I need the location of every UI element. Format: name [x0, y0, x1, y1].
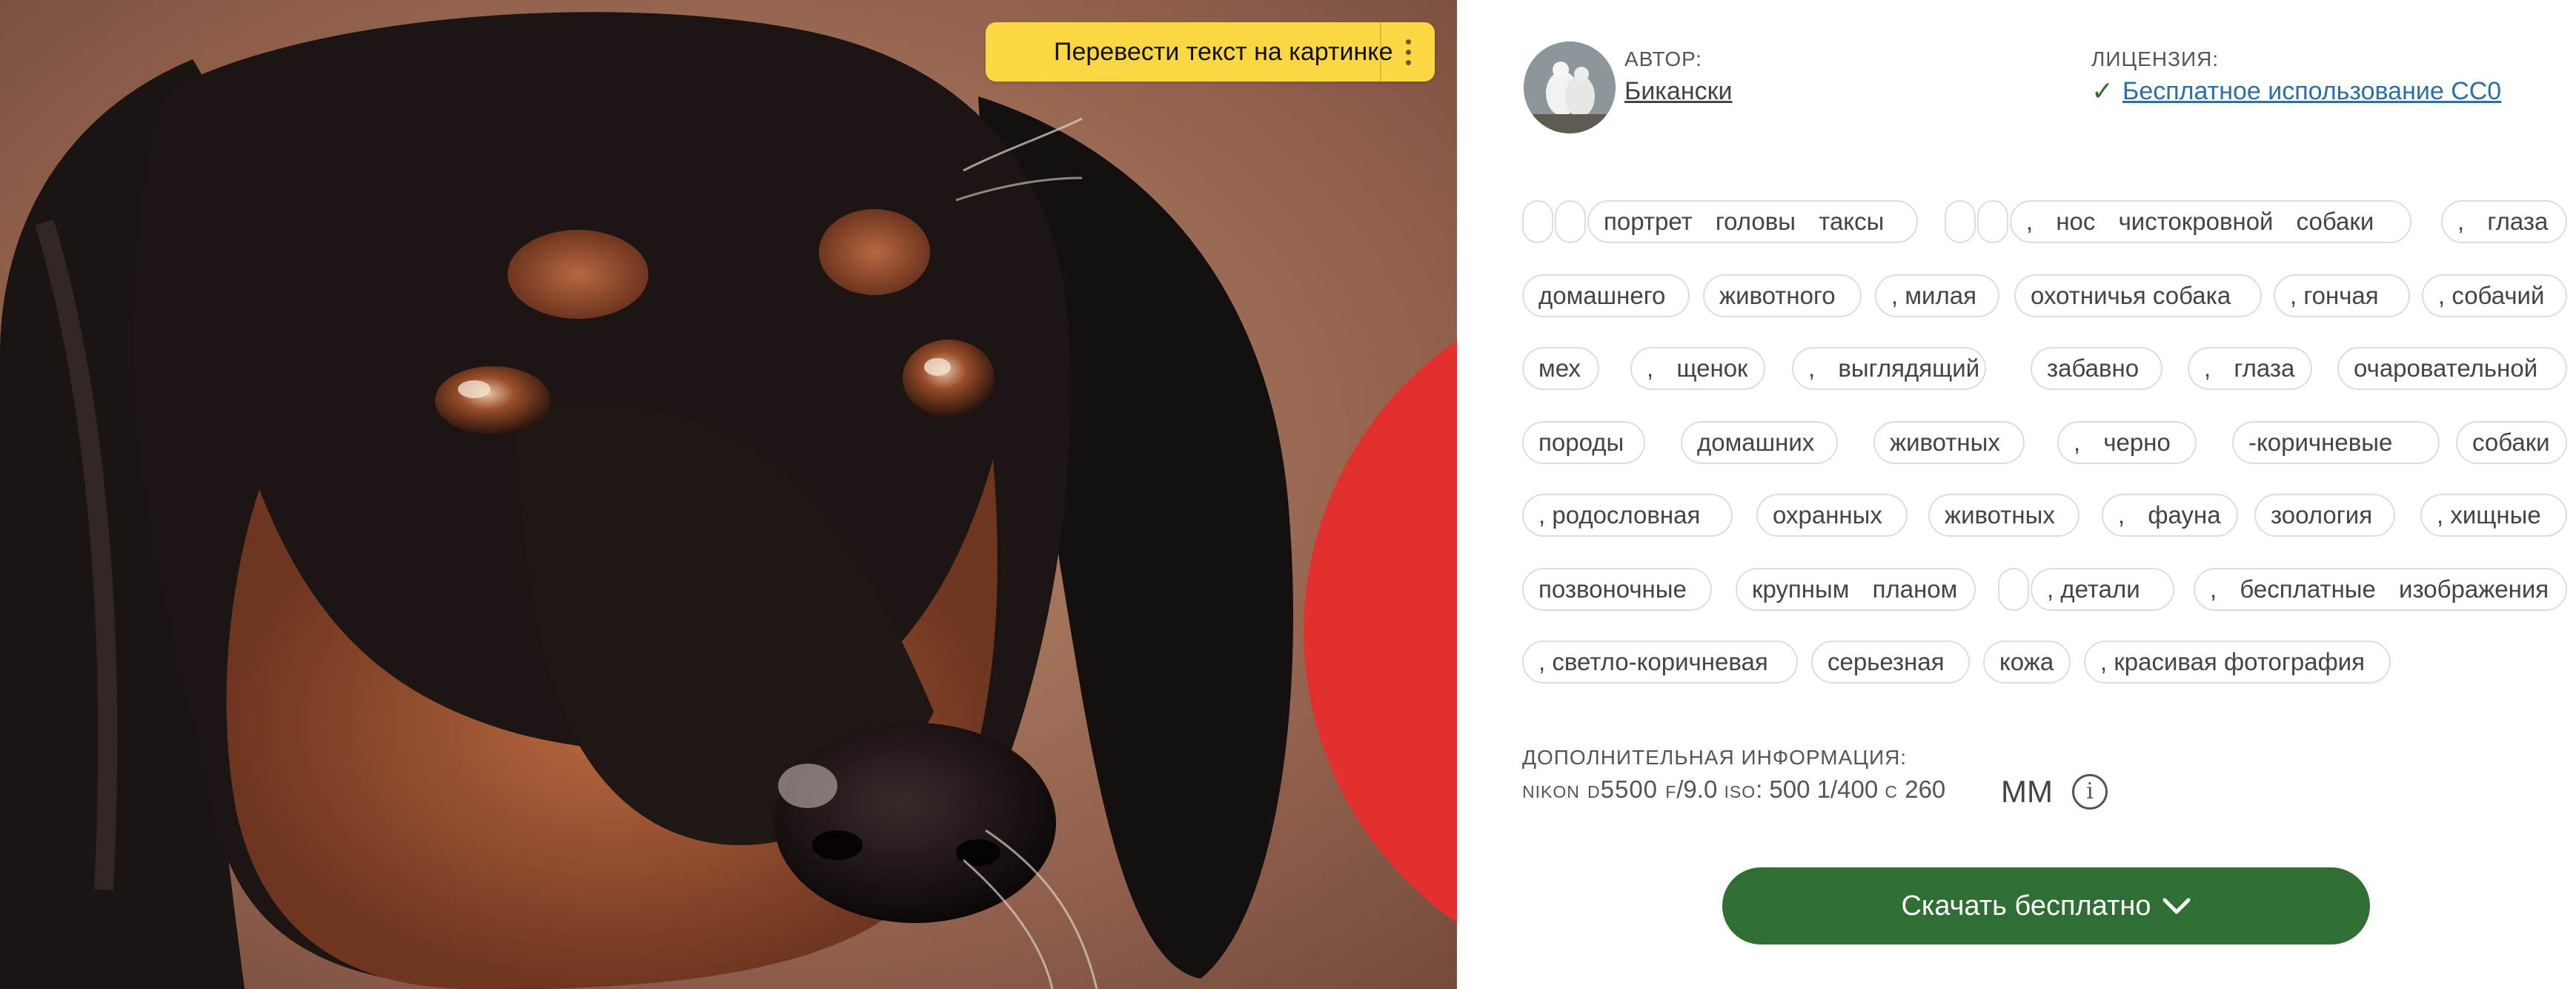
tag-chip[interactable]: позвоночные	[1522, 568, 1712, 611]
tag-chip[interactable]: , собачий	[2422, 274, 2567, 317]
tag-chip[interactable]: крупным планом	[1736, 568, 1976, 611]
tag-chip[interactable]	[1977, 200, 2008, 243]
tag-chip[interactable]: мех	[1522, 347, 1599, 390]
download-free-button[interactable]: Скачать бесплатно	[1722, 867, 2370, 945]
tag-chip[interactable]: животного	[1703, 274, 1862, 317]
author-avatar[interactable]	[1524, 42, 1616, 133]
tag-chip[interactable]: , красивая фотография	[2084, 641, 2391, 684]
tag-chip[interactable]: животных	[1873, 421, 2025, 464]
tag-chip[interactable]: собаки	[2456, 421, 2567, 464]
camera-model: nikon d5500 f	[1522, 775, 1677, 803]
shutter-unit: с	[1885, 775, 1899, 803]
tag-chip[interactable]: , родословная	[1522, 494, 1733, 537]
tag-chip[interactable]: , нос чистокровной собаки	[2010, 200, 2411, 243]
tag-chip[interactable]: , милая	[1875, 274, 1999, 317]
tag-chip[interactable]: породы	[1522, 421, 1645, 464]
tag-chip[interactable]	[1522, 200, 1553, 243]
tag-chip[interactable]	[1945, 200, 1976, 243]
license-caption: ЛИЦЕНЗИЯ:	[2091, 47, 2220, 70]
tag-chip[interactable]	[1998, 568, 2029, 611]
tag-chip[interactable]: , бесплатные изображения	[2194, 568, 2567, 611]
tag-chip[interactable]: домашнего	[1522, 274, 1690, 317]
check-icon: ✓	[2091, 76, 2114, 106]
iso-label: iso	[1724, 775, 1756, 803]
tag-chip[interactable]: , глаза	[2441, 200, 2567, 243]
focal-length-value: 260	[1905, 775, 1946, 803]
dachshund-photo[interactable]: A あ Перевести текст на картинке	[0, 0, 1457, 989]
tag-chip[interactable]: серьезная	[1811, 641, 1970, 684]
tag-chip[interactable]: забавно	[2031, 347, 2162, 390]
tag-chip[interactable]: портрет головы таксы	[1587, 200, 1918, 243]
tag-chip[interactable]	[1555, 200, 1586, 243]
tag-chip[interactable]: , черно	[2057, 421, 2197, 464]
author-link[interactable]: Бикански	[1624, 77, 1732, 106]
translate-image-text-button[interactable]: A あ Перевести текст на картинке	[986, 22, 1457, 923]
tag-chip[interactable]: охранных	[1756, 494, 1908, 537]
chevron-down-icon	[2162, 898, 2191, 914]
tag-chip[interactable]: очаровательной	[2337, 347, 2567, 390]
camera-settings: nikon d5500 f/9.0 iso: 500 1/400 с 260	[1522, 775, 1945, 804]
iso-shutter-value: : 500 1/400	[1756, 775, 1879, 803]
tag-chip[interactable]: , глаза	[2188, 347, 2312, 390]
tag-chip[interactable]: охотничья собака	[2014, 274, 2262, 317]
tag-chip[interactable]: , детали	[2031, 568, 2174, 611]
focal-length-unit: ММ	[2001, 774, 2053, 809]
author-caption: АВТОР:	[1624, 47, 1702, 70]
tag-chip[interactable]: , выглядящий	[1792, 347, 1986, 390]
tag-chip[interactable]: зоология	[2254, 494, 2395, 537]
more-vertical-icon[interactable]	[1380, 22, 1435, 82]
tag-chip[interactable]: домашних	[1681, 421, 1838, 464]
tag-chip[interactable]: кожа	[1983, 641, 2071, 684]
tag-chip[interactable]: животных	[1928, 494, 2079, 537]
aperture-value: /9.0	[1676, 775, 1718, 803]
tag-chip[interactable]: -коричневые	[2232, 421, 2440, 464]
extra-info-caption: ДОПОЛНИТЕЛЬНАЯ ИНФОРМАЦИЯ:	[1522, 746, 1908, 769]
tag-chip[interactable]: , хищные	[2420, 494, 2567, 537]
info-icon[interactable]: i	[2072, 774, 2108, 810]
tag-chip[interactable]: , фауна	[2102, 494, 2238, 537]
translate-icon: A あ	[999, 31, 1457, 923]
tag-chip[interactable]: , щенок	[1630, 347, 1765, 390]
tag-chip[interactable]: , светло-коричневая	[1522, 641, 1798, 684]
tag-chip[interactable]: , гончая	[2274, 274, 2410, 317]
license-link[interactable]: Бесплатное использование CC0	[2122, 77, 2501, 106]
download-label: Скачать бесплатно	[1901, 890, 2151, 922]
